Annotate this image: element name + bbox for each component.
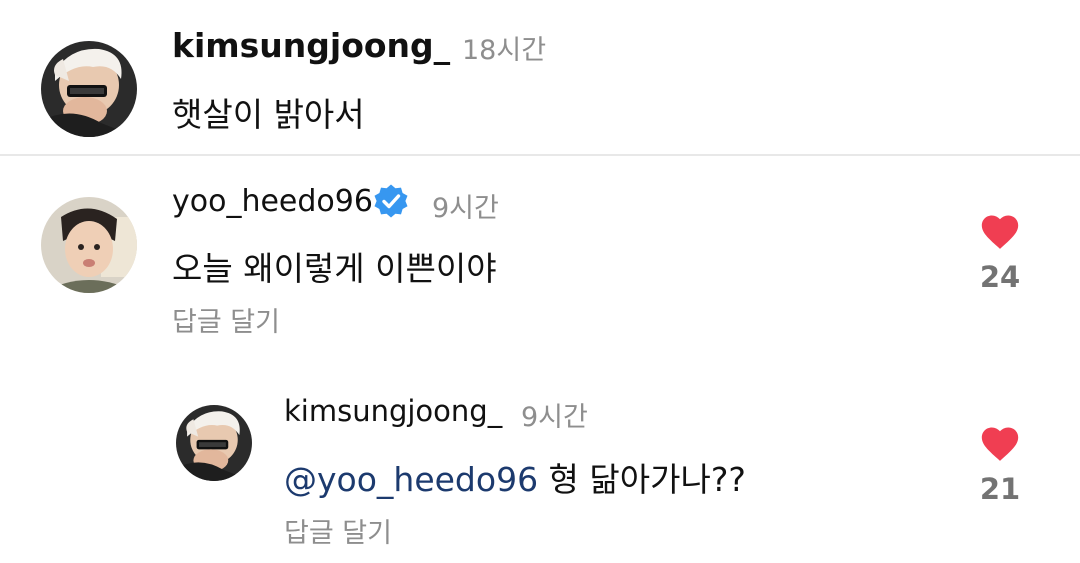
reply-text-body: 형 닮아가나?? [538,460,746,499]
like-count: 21 [979,472,1021,506]
comment-author-avatar[interactable] [41,197,137,293]
heart-icon[interactable] [978,210,1022,250]
comment-text: 오늘 왜이렇게 이쁜이야 [172,249,497,288]
post-caption-text: 햇살이 밝아서 [172,95,365,134]
mention-link[interactable]: @yoo_heedo96 [284,460,538,499]
reply-button[interactable]: 답글 달기 [284,511,392,550]
verified-badge-icon [374,184,408,218]
post-author-avatar[interactable] [41,41,137,137]
divider [0,154,1080,156]
post-timestamp: 18시간 [462,35,547,66]
comment-author-username[interactable]: yoo_heedo96 [172,184,373,219]
like-group: 21 [968,422,1032,506]
reply-button[interactable]: 답글 달기 [172,300,280,339]
reply-author-username[interactable]: kimsungjoong_ [284,394,502,428]
like-count: 24 [979,260,1021,294]
reply-author-avatar[interactable] [176,405,252,481]
reply-timestamp: 9시간 [521,402,588,433]
post-author-username[interactable]: kimsungjoong_ [172,26,450,65]
reply-text: @yoo_heedo96 형 닮아가나?? [284,453,746,501]
like-group: 24 [968,210,1032,294]
comment-timestamp: 9시간 [432,193,499,224]
heart-icon[interactable] [978,422,1022,462]
